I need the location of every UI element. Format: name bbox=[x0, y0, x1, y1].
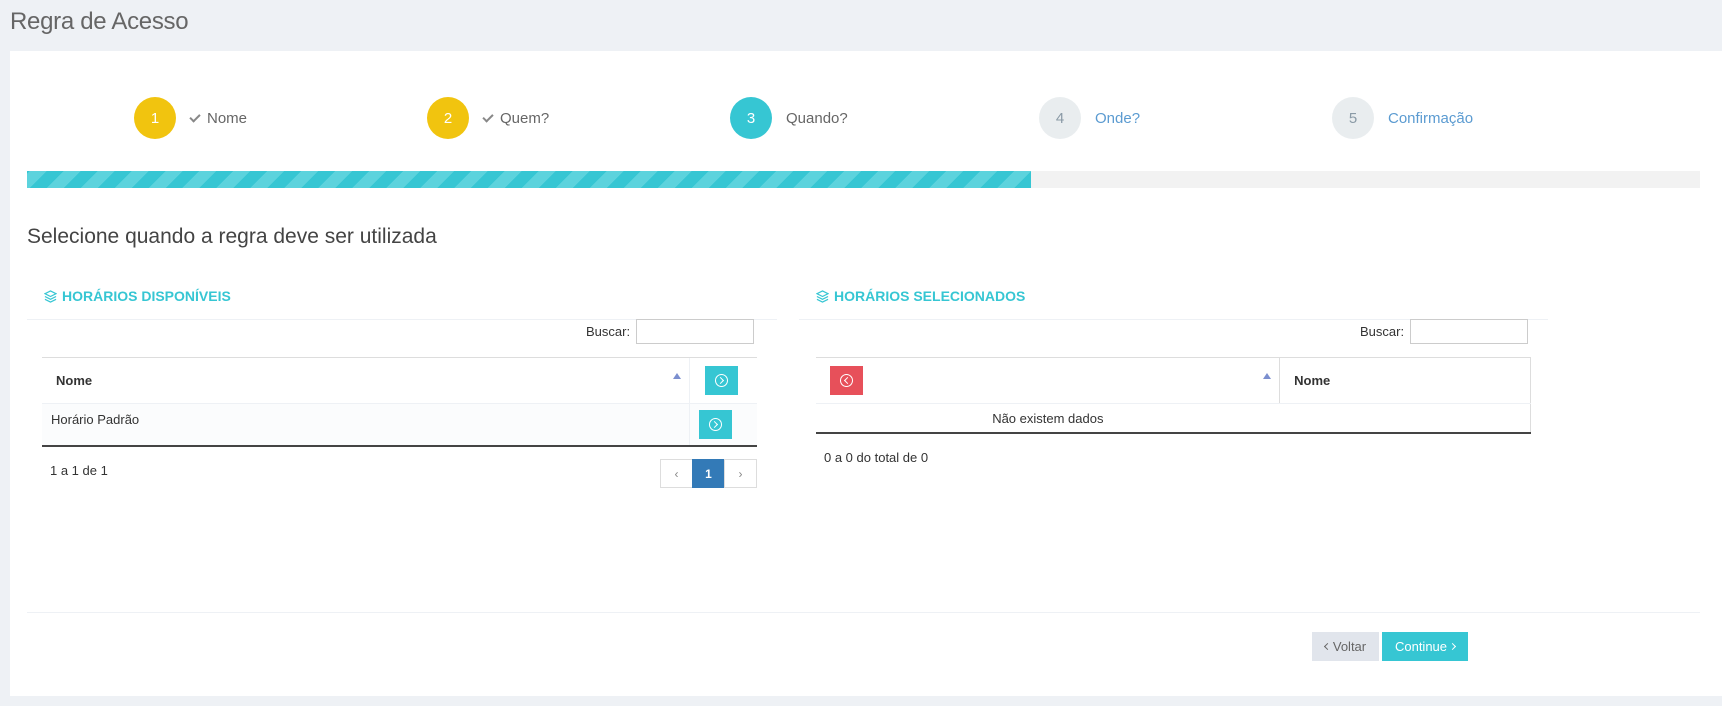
circle-arrow-right-icon bbox=[714, 374, 728, 387]
selected-table: Nome Não existem dados bbox=[816, 357, 1531, 434]
column-header-nome[interactable]: Nome bbox=[42, 357, 689, 404]
step-number: 4 bbox=[1039, 97, 1081, 139]
step-label: Quem? bbox=[500, 109, 550, 127]
step-number: 3 bbox=[730, 97, 772, 139]
table-row: Horário Padrão bbox=[42, 403, 757, 446]
search-label: Buscar: bbox=[1360, 324, 1405, 339]
cell-nome: Horário Padrão bbox=[51, 412, 140, 427]
circle-arrow-right-icon bbox=[708, 418, 722, 431]
pagination-next[interactable]: › bbox=[724, 459, 757, 488]
step-2[interactable]: 2 Quem? bbox=[427, 97, 549, 139]
layers-icon bbox=[816, 289, 829, 303]
add-all-button[interactable] bbox=[704, 366, 738, 395]
step-3[interactable]: 3 Quando? bbox=[730, 97, 848, 139]
pagination-prev[interactable]: ‹ bbox=[660, 459, 693, 488]
section-heading: Selecione quando a regra deve ser utiliz… bbox=[27, 225, 437, 248]
add-row-button[interactable] bbox=[698, 410, 732, 439]
pagination-page-1[interactable]: 1 bbox=[692, 459, 725, 488]
step-label: Confirmação bbox=[1388, 109, 1474, 127]
chevron-left-icon bbox=[1323, 642, 1331, 651]
step-4[interactable]: 4 Onde? bbox=[1039, 97, 1140, 139]
back-button[interactable]: Voltar bbox=[1312, 632, 1379, 661]
continue-button[interactable]: Continue bbox=[1382, 632, 1468, 661]
step-label: Onde? bbox=[1095, 109, 1141, 127]
search-label: Buscar: bbox=[586, 324, 631, 339]
panel-title: HORÁRIOS DISPONÍVEIS bbox=[62, 288, 231, 304]
layers-icon bbox=[44, 289, 57, 303]
step-number: 5 bbox=[1332, 97, 1374, 139]
available-table-info: 1 a 1 de 1 bbox=[50, 463, 108, 478]
wizard-panel: 1 Nome 2 Quem? 3 Quando? 4 Onde? 5 Confi… bbox=[10, 51, 1722, 696]
step-label: Nome bbox=[207, 109, 248, 127]
available-search-input[interactable] bbox=[636, 319, 755, 344]
selected-table-info: 0 a 0 do total de 0 bbox=[824, 450, 929, 465]
selected-schedules-panel: HORÁRIOS SELECIONADOS bbox=[799, 273, 1548, 320]
circle-arrow-left-icon bbox=[840, 374, 853, 387]
selected-search-input[interactable] bbox=[1410, 319, 1529, 344]
step-5[interactable]: 5 Confirmação bbox=[1332, 97, 1473, 139]
sort-asc-icon bbox=[1263, 373, 1272, 379]
check-icon bbox=[482, 110, 494, 123]
step-1[interactable]: 1 Nome bbox=[134, 97, 247, 139]
selected-search: Buscar: bbox=[1360, 319, 1529, 344]
page-title: Regra de Acesso bbox=[10, 8, 189, 35]
available-schedules-panel: HORÁRIOS DISPONÍVEIS bbox=[27, 273, 777, 320]
wizard-progress-bar bbox=[27, 171, 1700, 188]
progress-fill bbox=[27, 171, 1031, 188]
remove-all-button[interactable] bbox=[830, 366, 863, 395]
step-number: 2 bbox=[427, 97, 469, 139]
available-search: Buscar: bbox=[586, 319, 755, 344]
panel-title: HORÁRIOS SELECIONADOS bbox=[834, 288, 1026, 304]
step-label: Quando? bbox=[786, 109, 848, 127]
chevron-right-icon bbox=[1448, 642, 1457, 651]
available-pagination: ‹ 1 › bbox=[660, 459, 757, 488]
step-number: 1 bbox=[134, 97, 176, 139]
sort-asc-icon bbox=[672, 373, 681, 379]
available-table: Nome Horário Padrão bbox=[42, 357, 757, 447]
check-icon bbox=[189, 110, 201, 123]
empty-table-message: Não existem dados bbox=[816, 403, 1280, 434]
column-header-nome[interactable]: Nome bbox=[1279, 357, 1531, 404]
